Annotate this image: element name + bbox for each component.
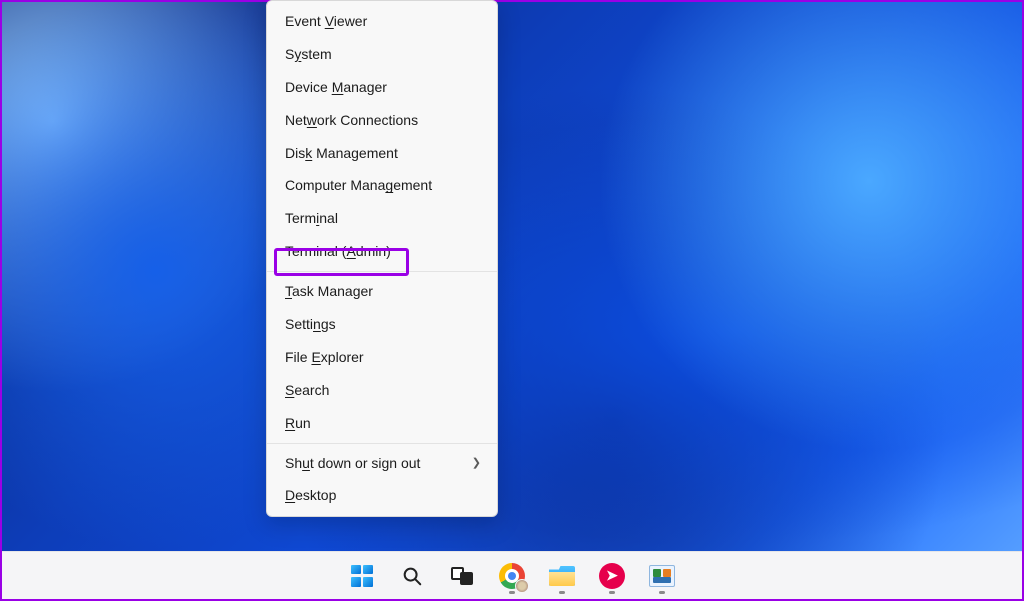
menu-item-disk-management[interactable]: Disk Management bbox=[267, 137, 497, 170]
windows-logo-icon bbox=[351, 565, 373, 587]
menu-label-accel: V bbox=[325, 13, 334, 29]
running-indicator bbox=[659, 591, 665, 594]
control-panel-icon bbox=[649, 565, 675, 587]
menu-item-desktop[interactable]: Desktop bbox=[267, 479, 497, 512]
winx-context-menu: Event Viewer System Device Manager Netwo… bbox=[266, 0, 498, 517]
menu-item-device-manager[interactable]: Device Manager bbox=[267, 71, 497, 104]
taskbar-app-pinned-red[interactable]: ➤ bbox=[592, 556, 632, 596]
menu-item-terminal-admin[interactable]: Terminal (Admin) bbox=[267, 235, 497, 268]
menu-separator bbox=[267, 271, 497, 272]
taskbar-app-control-panel[interactable] bbox=[642, 556, 682, 596]
task-view-button[interactable] bbox=[442, 556, 482, 596]
menu-label-post: iewer bbox=[334, 13, 367, 29]
search-icon bbox=[401, 565, 423, 587]
menu-item-event-viewer[interactable]: Event Viewer bbox=[267, 5, 497, 38]
chrome-icon bbox=[499, 563, 525, 589]
start-button[interactable] bbox=[342, 556, 382, 596]
menu-item-system[interactable]: System bbox=[267, 38, 497, 71]
file-explorer-icon bbox=[549, 566, 575, 586]
profile-badge-icon bbox=[515, 579, 529, 593]
menu-item-run[interactable]: Run bbox=[267, 407, 497, 440]
app-icon: ➤ bbox=[599, 563, 625, 589]
menu-item-search[interactable]: Search bbox=[267, 374, 497, 407]
running-indicator bbox=[609, 591, 615, 594]
running-indicator bbox=[509, 591, 515, 594]
desktop-wallpaper[interactable] bbox=[2, 2, 1022, 599]
taskbar-search-button[interactable] bbox=[392, 556, 432, 596]
menu-item-task-manager[interactable]: Task Manager bbox=[267, 275, 497, 308]
menu-item-file-explorer[interactable]: File Explorer bbox=[267, 341, 497, 374]
taskbar-app-file-explorer[interactable] bbox=[542, 556, 582, 596]
menu-item-network-connections[interactable]: Network Connections bbox=[267, 104, 497, 137]
menu-item-terminal[interactable]: Terminal bbox=[267, 202, 497, 235]
menu-item-computer-management[interactable]: Computer Management bbox=[267, 169, 497, 202]
taskbar-app-chrome[interactable] bbox=[492, 556, 532, 596]
menu-label-pre: Event bbox=[285, 13, 325, 29]
menu-separator bbox=[267, 443, 497, 444]
task-view-icon bbox=[451, 565, 473, 587]
running-indicator bbox=[559, 591, 565, 594]
chevron-right-icon: ❯ bbox=[472, 456, 481, 471]
menu-item-settings[interactable]: Settings bbox=[267, 308, 497, 341]
taskbar: ➤ bbox=[2, 551, 1022, 599]
menu-item-shutdown-signout[interactable]: Shut down or sign out ❯ bbox=[267, 447, 497, 480]
